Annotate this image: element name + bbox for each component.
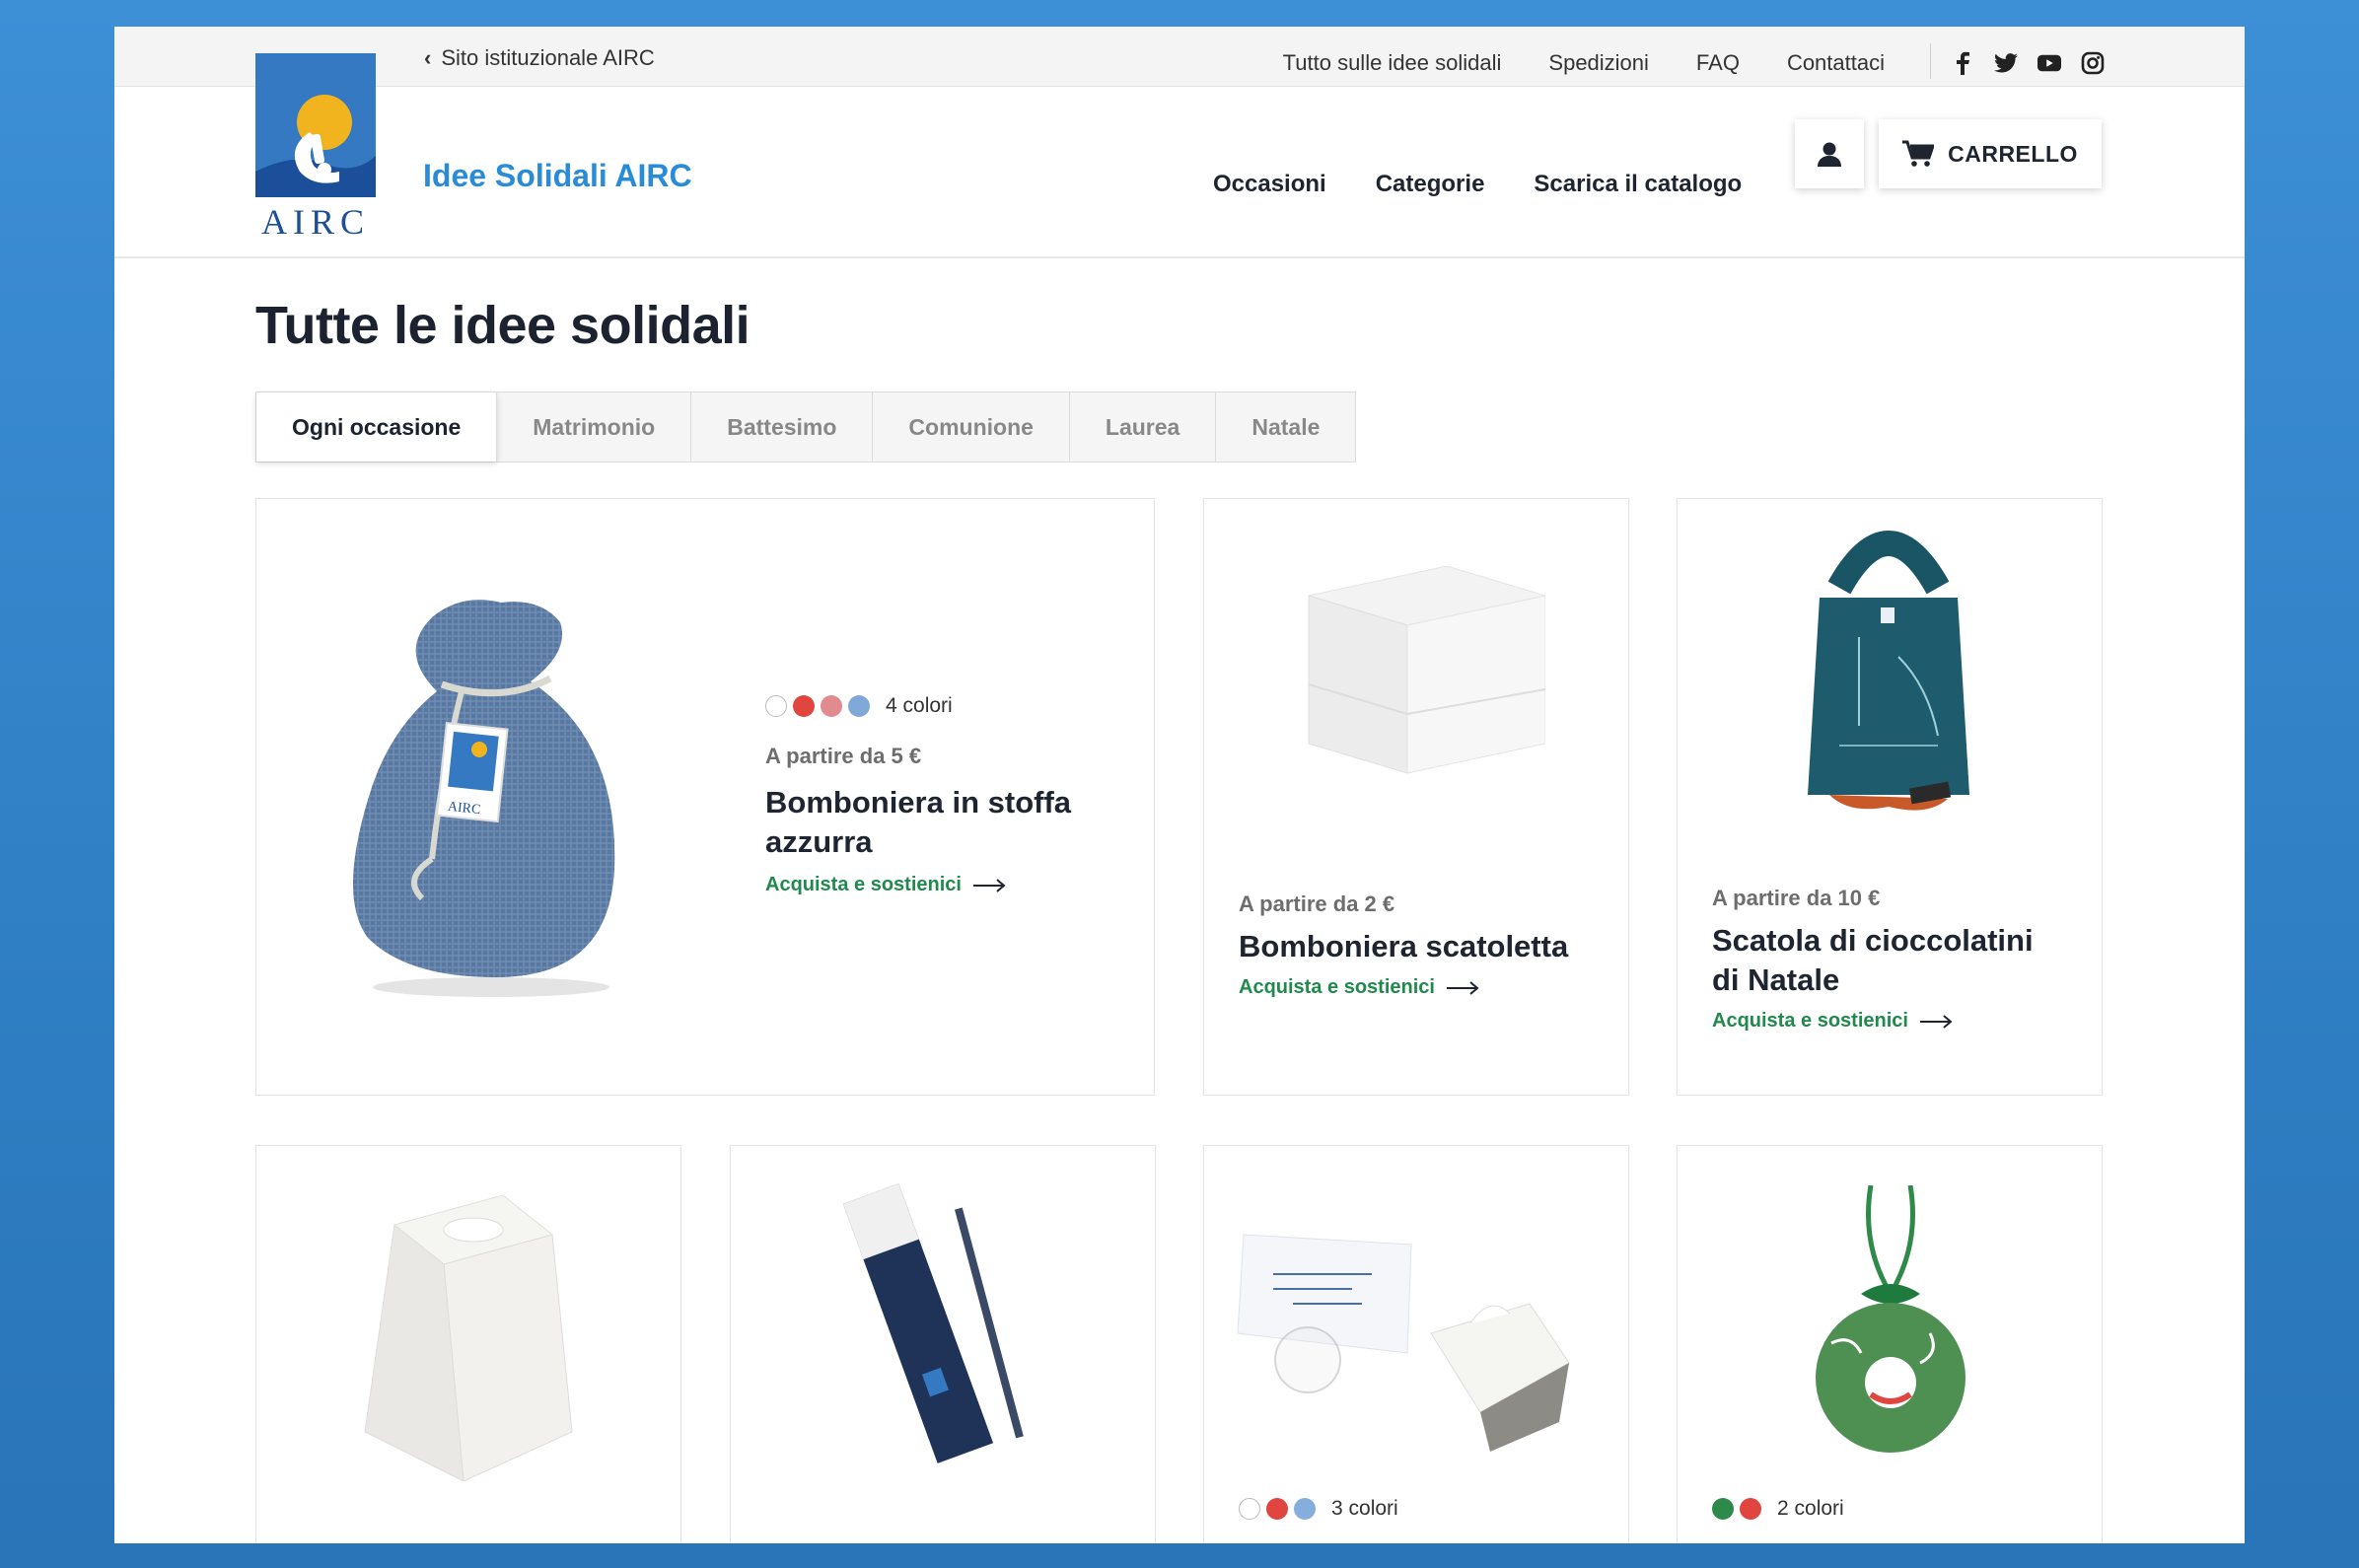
product-name-line: Bomboniera in stoffa bbox=[765, 785, 1072, 820]
product-info: 4 colori A partire da 5 € Bomboniera in … bbox=[765, 694, 1071, 896]
product-image-handbag-box bbox=[355, 1185, 582, 1486]
swatch-red[interactable] bbox=[1266, 1498, 1288, 1520]
link-faq[interactable]: FAQ bbox=[1696, 50, 1740, 76]
institutional-site-link[interactable]: ‹ Sito istituzionale AIRC bbox=[424, 45, 655, 71]
buy-and-support-link[interactable]: Acquista e sostienici bbox=[1239, 976, 1568, 999]
product-image-pen-case bbox=[820, 1176, 1046, 1476]
product-image-fabric-bag: AIRC bbox=[314, 568, 649, 1007]
cta-label: Acquista e sostienici bbox=[1712, 1010, 1908, 1032]
page-title: Tutte le idee solidali bbox=[255, 296, 751, 355]
product-info: A partire da 2 € Bomboniera scatoletta A… bbox=[1239, 891, 1568, 999]
arrow-right-icon bbox=[1919, 1014, 1953, 1029]
swatch-white[interactable] bbox=[1239, 1498, 1260, 1520]
link-all-ideas[interactable]: Tutto sulle idee solidali bbox=[1283, 50, 1502, 76]
utility-bar: ‹ Sito istituzionale AIRC Tutto sulle id… bbox=[114, 27, 2245, 87]
nav-download-catalog[interactable]: Scarica il catalogo bbox=[1534, 171, 1742, 198]
logo-wordmark: AIRC bbox=[260, 202, 370, 242]
link-contact[interactable]: Contattaci bbox=[1787, 50, 1885, 76]
arrow-right-icon bbox=[972, 878, 1006, 892]
buy-and-support-link[interactable]: Acquista e sostienici bbox=[765, 874, 1071, 896]
divider bbox=[1930, 43, 1931, 79]
link-shipping[interactable]: Spedizioni bbox=[1548, 50, 1649, 76]
brand-title[interactable]: Idee Solidali AIRC bbox=[423, 158, 692, 194]
product-card-christmas-ornament[interactable]: 2 colori bbox=[1677, 1145, 2103, 1543]
cart-icon bbox=[1902, 140, 1935, 167]
occasion-tabs: Ogni occasione Matrimonio Battesimo Comu… bbox=[255, 392, 1357, 463]
airc-logo[interactable]: AIRC bbox=[255, 53, 376, 274]
arrow-right-icon bbox=[1446, 980, 1479, 995]
product-card-pen-case[interactable] bbox=[730, 1145, 1156, 1543]
swatch-blue[interactable] bbox=[848, 695, 870, 717]
utility-links: Tutto sulle idee solidali Spedizioni FAQ… bbox=[1283, 43, 2245, 81]
swatch-blue[interactable] bbox=[1294, 1498, 1316, 1520]
cart-button[interactable]: CARRELLO bbox=[1879, 119, 2102, 188]
product-card-chocolate-box[interactable]: A partire da 10 € Scatola di cioccolatin… bbox=[1677, 498, 2103, 1096]
colors-count: 4 colori bbox=[886, 694, 953, 717]
product-image-christmas-ornament bbox=[1802, 1184, 1979, 1476]
tab-graduation[interactable]: Laurea bbox=[1070, 392, 1217, 462]
product-name-line: di Natale bbox=[1712, 962, 1840, 997]
product-image-small-box bbox=[1299, 565, 1546, 788]
product-card-card-and-box[interactable]: 3 colori bbox=[1203, 1145, 1629, 1543]
tab-christmas[interactable]: Natale bbox=[1216, 392, 1355, 462]
swatch-white[interactable] bbox=[765, 695, 787, 717]
account-button[interactable] bbox=[1795, 119, 1864, 188]
instagram-icon[interactable] bbox=[2081, 51, 2105, 75]
swatch-pink[interactable] bbox=[821, 695, 842, 717]
product-name-line: Scatola di cioccolatini bbox=[1712, 923, 2034, 958]
product-name: Bomboniera in stoffa azzurra bbox=[765, 783, 1071, 862]
browser-page: ‹ Sito istituzionale AIRC Tutto sulle id… bbox=[114, 27, 2245, 1543]
mouse-cursor-indicator bbox=[1274, 1326, 1341, 1393]
nav-occasions[interactable]: Occasioni bbox=[1213, 171, 1326, 198]
user-icon bbox=[1818, 142, 1841, 167]
color-swatches: 2 colori bbox=[1712, 1497, 1844, 1521]
product-price: A partire da 10 € bbox=[1712, 886, 1881, 910]
institutional-site-label: Sito istituzionale AIRC bbox=[441, 45, 655, 70]
chevron-left-icon: ‹ bbox=[424, 45, 432, 70]
tab-communion[interactable]: Comunione bbox=[873, 392, 1070, 462]
product-price: A partire da 5 € bbox=[765, 744, 922, 768]
colors-count: 3 colori bbox=[1331, 1497, 1398, 1520]
color-swatches: 3 colori bbox=[1239, 1497, 1398, 1521]
nav-categories[interactable]: Categorie bbox=[1376, 171, 1485, 198]
product-name-line: azzurra bbox=[765, 824, 873, 859]
youtube-icon[interactable] bbox=[2037, 51, 2061, 75]
tab-wedding[interactable]: Matrimonio bbox=[497, 392, 692, 462]
swatch-red[interactable] bbox=[793, 695, 815, 717]
swatch-red[interactable] bbox=[1740, 1498, 1761, 1520]
buy-and-support-link[interactable]: Acquista e sostienici bbox=[1712, 1010, 2034, 1033]
product-card-fabric-bag[interactable]: AIRC 4 colori A partire da 5 € Bombonier… bbox=[255, 498, 1155, 1096]
logo-mark bbox=[255, 53, 376, 197]
twitter-icon[interactable] bbox=[1994, 51, 2018, 75]
product-info: A partire da 10 € Scatola di cioccolatin… bbox=[1712, 886, 2034, 1033]
product-price: A partire da 2 € bbox=[1239, 891, 1395, 916]
product-image-chocolate-box bbox=[1800, 519, 1977, 829]
swatch-green[interactable] bbox=[1712, 1498, 1734, 1520]
facebook-icon[interactable] bbox=[1951, 51, 1974, 75]
social-links bbox=[1951, 51, 2105, 75]
product-name: Bomboniera scatoletta bbox=[1239, 929, 1569, 963]
product-card-handbag-box[interactable] bbox=[255, 1145, 681, 1543]
tab-every-occasion[interactable]: Ogni occasione bbox=[256, 392, 498, 462]
colors-count: 2 colori bbox=[1777, 1497, 1844, 1520]
tab-baptism[interactable]: Battesimo bbox=[691, 392, 874, 462]
cta-label: Acquista e sostienici bbox=[1239, 976, 1435, 998]
color-swatches: 4 colori bbox=[765, 694, 1071, 718]
cta-label: Acquista e sostienici bbox=[765, 874, 962, 895]
main-navigation: Occasioni Categorie Scarica il catalogo bbox=[1213, 171, 1742, 198]
product-card-small-box[interactable]: A partire da 2 € Bomboniera scatoletta A… bbox=[1203, 498, 1629, 1096]
cart-label: CARRELLO bbox=[1948, 140, 2078, 167]
product-name: Scatola di cioccolatini di Natale bbox=[1712, 921, 2034, 1000]
